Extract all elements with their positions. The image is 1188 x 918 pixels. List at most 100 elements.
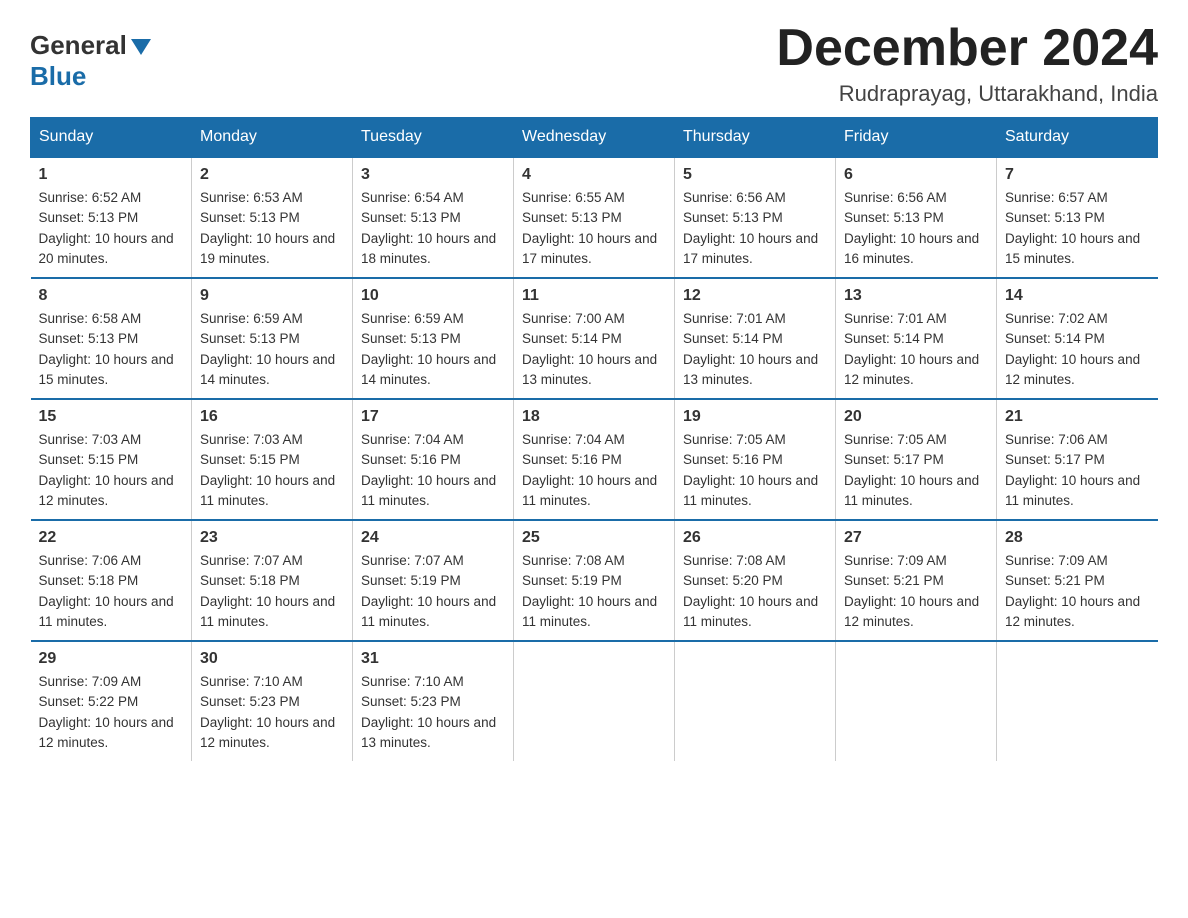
calendar-cell: 8 Sunrise: 6:58 AMSunset: 5:13 PMDayligh… [31, 278, 192, 399]
calendar-cell: 14 Sunrise: 7:02 AMSunset: 5:14 PMDaylig… [997, 278, 1158, 399]
day-number: 10 [361, 287, 505, 305]
day-info: Sunrise: 7:07 AMSunset: 5:19 PMDaylight:… [361, 553, 496, 629]
calendar-cell: 11 Sunrise: 7:00 AMSunset: 5:14 PMDaylig… [514, 278, 675, 399]
day-info: Sunrise: 6:59 AMSunset: 5:13 PMDaylight:… [361, 311, 496, 387]
calendar-cell: 13 Sunrise: 7:01 AMSunset: 5:14 PMDaylig… [836, 278, 997, 399]
day-number: 3 [361, 166, 505, 184]
calendar-cell: 1 Sunrise: 6:52 AMSunset: 5:13 PMDayligh… [31, 157, 192, 278]
day-info: Sunrise: 6:52 AMSunset: 5:13 PMDaylight:… [39, 190, 174, 266]
day-info: Sunrise: 7:01 AMSunset: 5:14 PMDaylight:… [844, 311, 979, 387]
header-friday: Friday [836, 118, 997, 158]
header-thursday: Thursday [675, 118, 836, 158]
day-number: 18 [522, 408, 666, 426]
day-number: 31 [361, 650, 505, 668]
calendar-table: SundayMondayTuesdayWednesdayThursdayFrid… [30, 117, 1158, 761]
day-number: 6 [844, 166, 988, 184]
day-info: Sunrise: 7:01 AMSunset: 5:14 PMDaylight:… [683, 311, 818, 387]
calendar-cell: 27 Sunrise: 7:09 AMSunset: 5:21 PMDaylig… [836, 520, 997, 641]
header-wednesday: Wednesday [514, 118, 675, 158]
calendar-cell: 7 Sunrise: 6:57 AMSunset: 5:13 PMDayligh… [997, 157, 1158, 278]
calendar-cell [836, 641, 997, 761]
logo: General Blue [30, 30, 151, 92]
day-info: Sunrise: 7:08 AMSunset: 5:19 PMDaylight:… [522, 553, 657, 629]
day-info: Sunrise: 7:03 AMSunset: 5:15 PMDaylight:… [200, 432, 335, 508]
day-info: Sunrise: 7:10 AMSunset: 5:23 PMDaylight:… [200, 674, 335, 750]
page-header: General Blue December 2024 Rudraprayag, … [30, 20, 1158, 107]
day-number: 30 [200, 650, 344, 668]
calendar-cell: 6 Sunrise: 6:56 AMSunset: 5:13 PMDayligh… [836, 157, 997, 278]
logo-blue-text: Blue [30, 61, 86, 92]
calendar-cell: 16 Sunrise: 7:03 AMSunset: 5:15 PMDaylig… [192, 399, 353, 520]
day-number: 28 [1005, 529, 1150, 547]
calendar-cell: 24 Sunrise: 7:07 AMSunset: 5:19 PMDaylig… [353, 520, 514, 641]
day-info: Sunrise: 6:56 AMSunset: 5:13 PMDaylight:… [844, 190, 979, 266]
day-number: 11 [522, 287, 666, 305]
day-number: 9 [200, 287, 344, 305]
calendar-cell: 9 Sunrise: 6:59 AMSunset: 5:13 PMDayligh… [192, 278, 353, 399]
day-info: Sunrise: 7:03 AMSunset: 5:15 PMDaylight:… [39, 432, 174, 508]
day-number: 27 [844, 529, 988, 547]
calendar-cell: 22 Sunrise: 7:06 AMSunset: 5:18 PMDaylig… [31, 520, 192, 641]
calendar-cell: 10 Sunrise: 6:59 AMSunset: 5:13 PMDaylig… [353, 278, 514, 399]
header-saturday: Saturday [997, 118, 1158, 158]
day-number: 17 [361, 408, 505, 426]
calendar-cell: 28 Sunrise: 7:09 AMSunset: 5:21 PMDaylig… [997, 520, 1158, 641]
day-info: Sunrise: 7:00 AMSunset: 5:14 PMDaylight:… [522, 311, 657, 387]
calendar-cell: 2 Sunrise: 6:53 AMSunset: 5:13 PMDayligh… [192, 157, 353, 278]
day-info: Sunrise: 7:02 AMSunset: 5:14 PMDaylight:… [1005, 311, 1140, 387]
calendar-cell: 5 Sunrise: 6:56 AMSunset: 5:13 PMDayligh… [675, 157, 836, 278]
day-number: 22 [39, 529, 184, 547]
calendar-cell: 23 Sunrise: 7:07 AMSunset: 5:18 PMDaylig… [192, 520, 353, 641]
header-tuesday: Tuesday [353, 118, 514, 158]
header-sunday: Sunday [31, 118, 192, 158]
calendar-cell: 31 Sunrise: 7:10 AMSunset: 5:23 PMDaylig… [353, 641, 514, 761]
calendar-cell: 26 Sunrise: 7:08 AMSunset: 5:20 PMDaylig… [675, 520, 836, 641]
calendar-cell: 4 Sunrise: 6:55 AMSunset: 5:13 PMDayligh… [514, 157, 675, 278]
day-info: Sunrise: 6:53 AMSunset: 5:13 PMDaylight:… [200, 190, 335, 266]
calendar-cell [675, 641, 836, 761]
day-info: Sunrise: 7:09 AMSunset: 5:22 PMDaylight:… [39, 674, 174, 750]
day-info: Sunrise: 6:55 AMSunset: 5:13 PMDaylight:… [522, 190, 657, 266]
day-number: 24 [361, 529, 505, 547]
calendar-cell: 15 Sunrise: 7:03 AMSunset: 5:15 PMDaylig… [31, 399, 192, 520]
day-number: 23 [200, 529, 344, 547]
day-info: Sunrise: 6:56 AMSunset: 5:13 PMDaylight:… [683, 190, 818, 266]
day-info: Sunrise: 7:04 AMSunset: 5:16 PMDaylight:… [361, 432, 496, 508]
day-info: Sunrise: 7:04 AMSunset: 5:16 PMDaylight:… [522, 432, 657, 508]
calendar-cell: 29 Sunrise: 7:09 AMSunset: 5:22 PMDaylig… [31, 641, 192, 761]
logo-general-text: General [30, 30, 127, 61]
calendar-week-row: 15 Sunrise: 7:03 AMSunset: 5:15 PMDaylig… [31, 399, 1158, 520]
day-number: 25 [522, 529, 666, 547]
calendar-cell [997, 641, 1158, 761]
header-monday: Monday [192, 118, 353, 158]
day-number: 12 [683, 287, 827, 305]
day-info: Sunrise: 6:54 AMSunset: 5:13 PMDaylight:… [361, 190, 496, 266]
day-number: 8 [39, 287, 184, 305]
day-number: 13 [844, 287, 988, 305]
calendar-cell: 25 Sunrise: 7:08 AMSunset: 5:19 PMDaylig… [514, 520, 675, 641]
calendar-week-row: 8 Sunrise: 6:58 AMSunset: 5:13 PMDayligh… [31, 278, 1158, 399]
day-number: 21 [1005, 408, 1150, 426]
calendar-cell: 20 Sunrise: 7:05 AMSunset: 5:17 PMDaylig… [836, 399, 997, 520]
day-number: 1 [39, 166, 184, 184]
day-info: Sunrise: 7:07 AMSunset: 5:18 PMDaylight:… [200, 553, 335, 629]
day-info: Sunrise: 6:58 AMSunset: 5:13 PMDaylight:… [39, 311, 174, 387]
day-number: 2 [200, 166, 344, 184]
day-info: Sunrise: 6:57 AMSunset: 5:13 PMDaylight:… [1005, 190, 1140, 266]
day-number: 19 [683, 408, 827, 426]
day-info: Sunrise: 7:08 AMSunset: 5:20 PMDaylight:… [683, 553, 818, 629]
day-number: 15 [39, 408, 184, 426]
location: Rudraprayag, Uttarakhand, India [776, 81, 1158, 107]
calendar-cell: 3 Sunrise: 6:54 AMSunset: 5:13 PMDayligh… [353, 157, 514, 278]
calendar-cell: 18 Sunrise: 7:04 AMSunset: 5:16 PMDaylig… [514, 399, 675, 520]
day-info: Sunrise: 6:59 AMSunset: 5:13 PMDaylight:… [200, 311, 335, 387]
logo-triangle-icon [131, 39, 151, 55]
title-area: December 2024 Rudraprayag, Uttarakhand, … [776, 20, 1158, 107]
day-number: 5 [683, 166, 827, 184]
day-info: Sunrise: 7:09 AMSunset: 5:21 PMDaylight:… [1005, 553, 1140, 629]
calendar-cell: 12 Sunrise: 7:01 AMSunset: 5:14 PMDaylig… [675, 278, 836, 399]
day-number: 4 [522, 166, 666, 184]
month-title: December 2024 [776, 20, 1158, 77]
calendar-week-row: 1 Sunrise: 6:52 AMSunset: 5:13 PMDayligh… [31, 157, 1158, 278]
calendar-cell [514, 641, 675, 761]
